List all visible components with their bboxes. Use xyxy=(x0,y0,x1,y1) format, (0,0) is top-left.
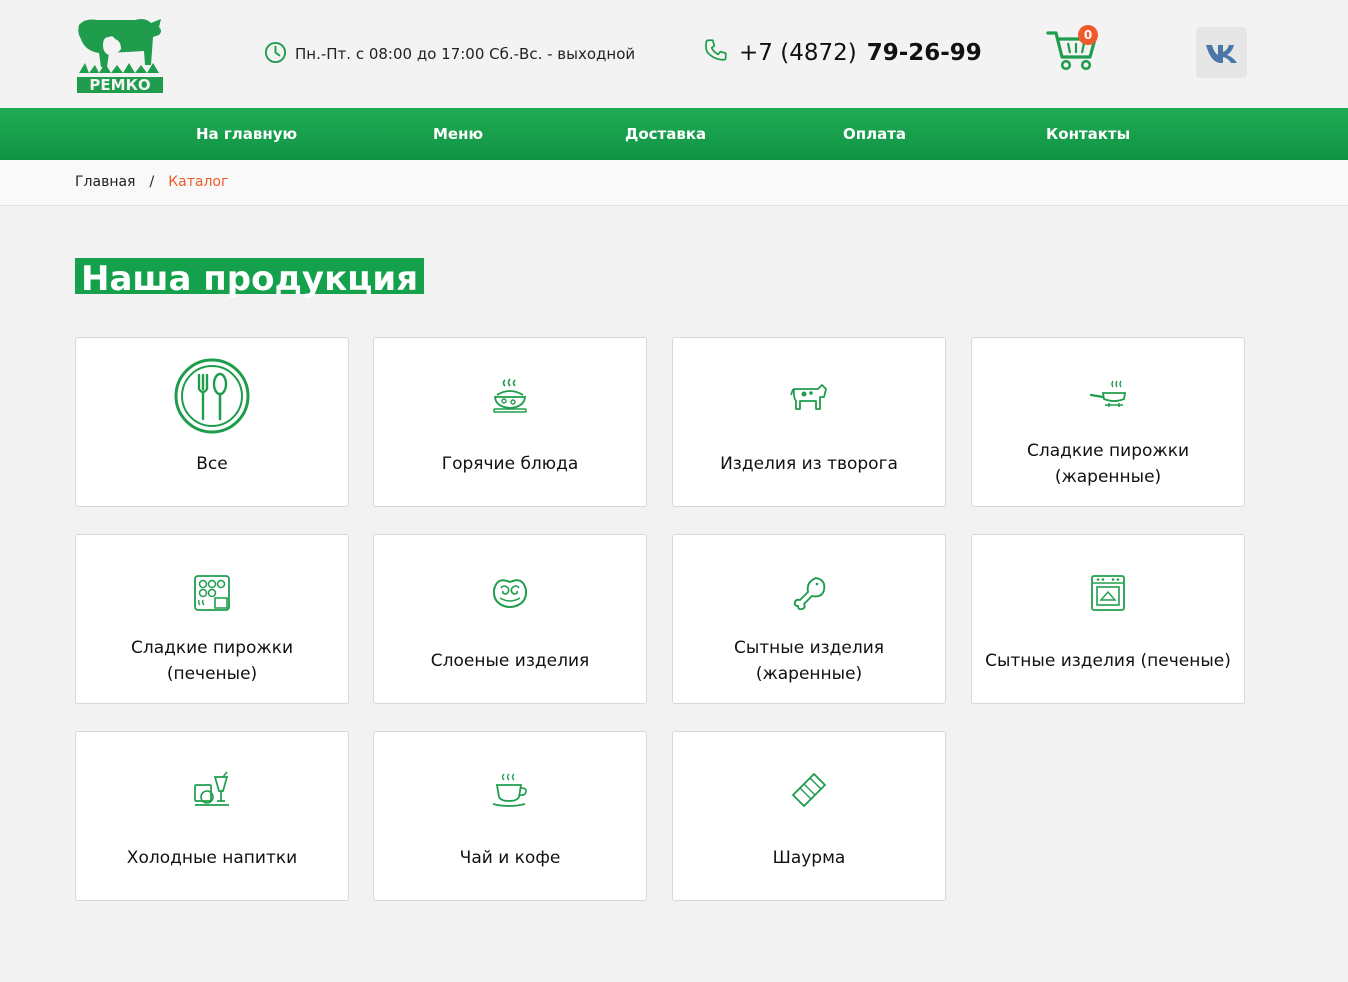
category-card-cold-drinks[interactable]: Холодные напитки xyxy=(75,731,349,901)
category-label: Сладкие пирожки (печеные) xyxy=(130,638,294,684)
cart-count-badge: 0 xyxy=(1078,25,1098,45)
nav-item-menu[interactable]: Меню xyxy=(433,108,483,160)
nav-item-delivery[interactable]: Доставка xyxy=(625,108,706,160)
oven-icon xyxy=(972,573,1244,613)
utensils-icon xyxy=(76,356,348,436)
svg-text:РЕМКО: РЕМКО xyxy=(89,76,150,94)
category-card-cottage-cheese[interactable]: Изделия из творога xyxy=(672,337,946,507)
category-label: Изделия из творога xyxy=(720,454,898,474)
category-card-tea-coffee[interactable]: Чай и кофе xyxy=(373,731,647,901)
phone-prefix: +7 (4872) xyxy=(739,40,857,66)
category-card-savory-fried[interactable]: Сытные изделия (жаренные) xyxy=(672,534,946,704)
nav-item-payment[interactable]: Оплата xyxy=(843,108,906,160)
nav-item-home[interactable]: На главную xyxy=(196,108,297,160)
category-card-puff-pastry[interactable]: Слоеные изделия xyxy=(373,534,647,704)
category-label: Горячие блюда xyxy=(441,454,579,474)
category-card-sweet-fried[interactable]: Сладкие пирожки (жаренные) xyxy=(971,337,1245,507)
phone-main: 79-26-99 xyxy=(866,40,982,66)
clock-icon xyxy=(264,41,287,68)
breadcrumb-current: Каталог xyxy=(168,174,229,190)
category-card-all[interactable]: Все xyxy=(75,337,349,507)
category-card-hot-dishes[interactable]: Горячие блюда xyxy=(373,337,647,507)
category-card-sweet-baked[interactable]: Сладкие пирожки (печеные) xyxy=(75,534,349,704)
header: РЕМКО Пн.-Пт. с 08:00 до 17:00 Сб.-Вс. -… xyxy=(0,0,1348,108)
category-label: Сытные изделия (жаренные) xyxy=(733,638,885,684)
main-nav: На главную Меню Доставка Оплата Контакты xyxy=(0,108,1348,160)
category-label: Холодные напитки xyxy=(126,848,298,868)
coffee-cup-icon xyxy=(374,770,646,810)
working-hours: Пн.-Пт. с 08:00 до 17:00 Сб.-Вс. - выход… xyxy=(264,41,636,68)
category-label: Сладкие пирожки (жаренные) xyxy=(1026,441,1190,487)
category-card-savory-baked[interactable]: Сытные изделия (печеные) xyxy=(971,534,1245,704)
frying-pan-icon xyxy=(972,376,1244,416)
phone-icon xyxy=(703,37,729,69)
shawarma-icon xyxy=(673,770,945,810)
category-label: Чай и кофе xyxy=(459,848,561,868)
logo[interactable]: РЕМКО xyxy=(75,15,165,95)
cow-icon xyxy=(673,376,945,416)
hot-dish-icon xyxy=(374,376,646,416)
drumstick-icon xyxy=(673,573,945,613)
breadcrumb: Главная / Каталог xyxy=(75,174,228,190)
category-label: Сытные изделия (печеные) xyxy=(985,651,1231,671)
category-card-shawarma[interactable]: Шаурма xyxy=(672,731,946,901)
breadcrumb-separator: / xyxy=(149,174,155,190)
working-hours-text: Пн.-Пт. с 08:00 до 17:00 Сб.-Вс. - выход… xyxy=(295,45,636,63)
cold-drinks-icon xyxy=(76,770,348,810)
vk-button[interactable] xyxy=(1196,27,1247,78)
nav-item-contacts[interactable]: Контакты xyxy=(1046,108,1130,160)
vk-icon xyxy=(1205,44,1237,63)
page-title: Наша продукция xyxy=(75,258,425,296)
category-label: Шаурма xyxy=(772,848,846,868)
breadcrumb-bar: Главная / Каталог xyxy=(0,160,1348,206)
puff-pastry-icon xyxy=(374,573,646,613)
category-label: Все xyxy=(196,454,228,474)
baking-tray-icon xyxy=(76,573,348,613)
category-label: Слоеные изделия xyxy=(430,651,590,671)
phone-number[interactable]: +7 (4872) 79-26-99 xyxy=(703,36,982,70)
breadcrumb-home[interactable]: Главная xyxy=(75,174,135,190)
